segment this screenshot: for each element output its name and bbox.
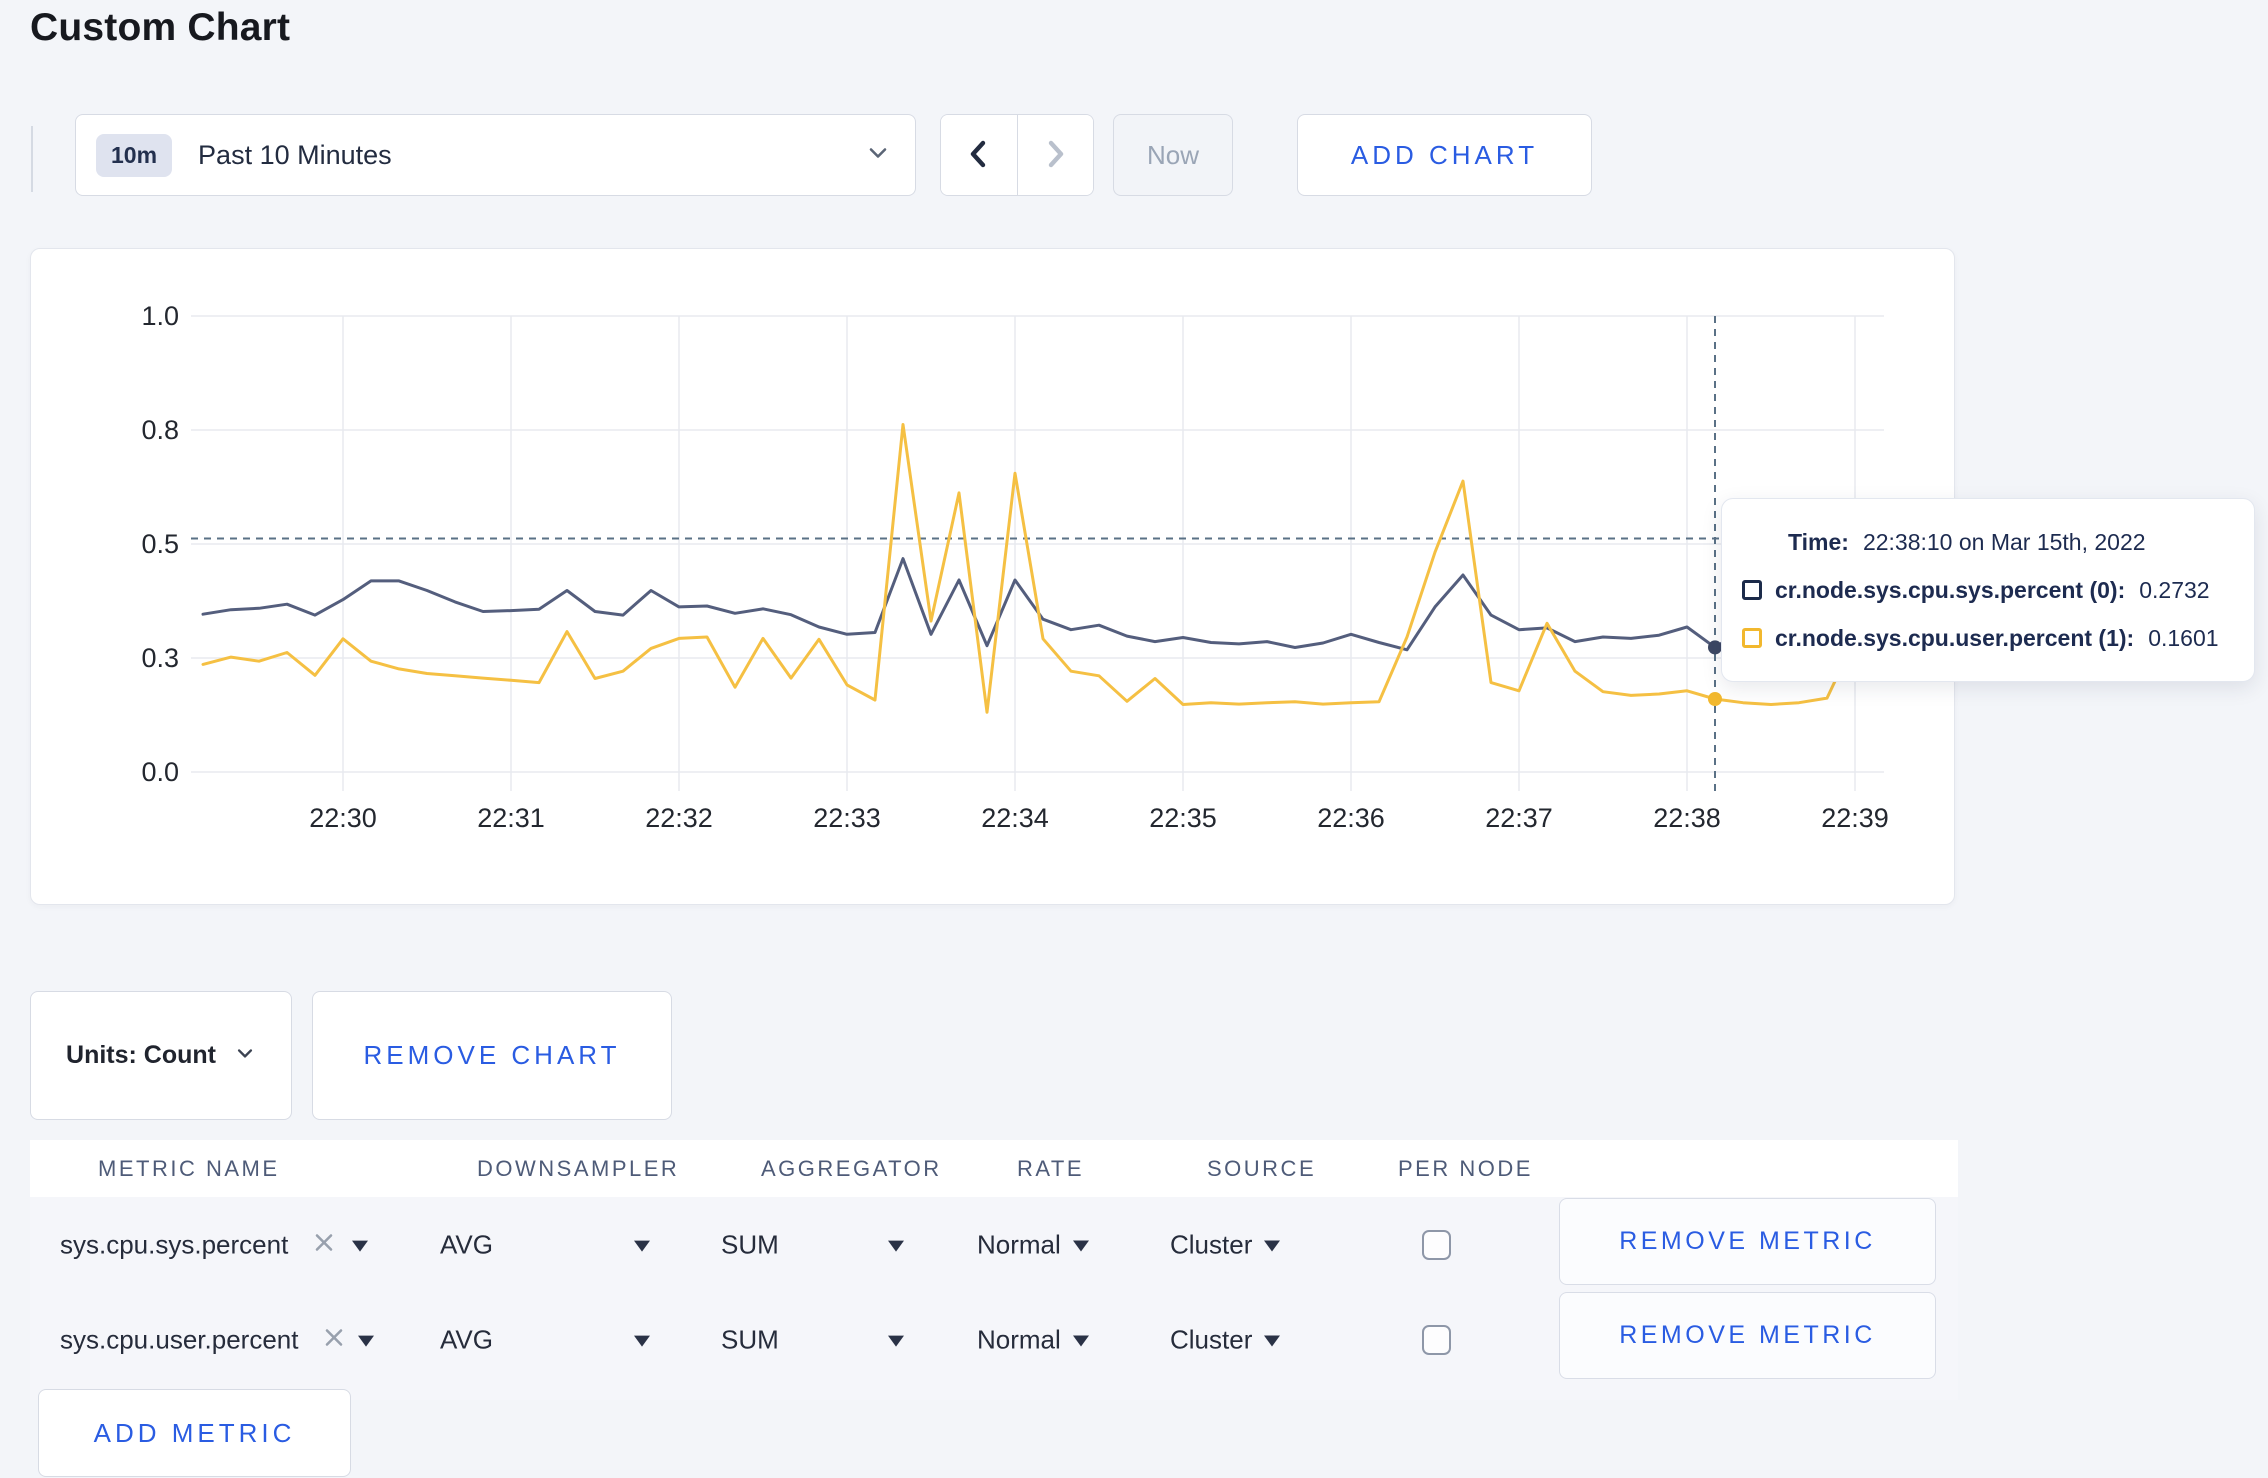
chevron-down-icon bbox=[865, 140, 891, 171]
chart-card: 1.0 0.8 0.5 0.3 0.0 22:30 22:31 22:32 22:33 22:34… bbox=[30, 248, 1955, 905]
time-window-label: Past 10 Minutes bbox=[198, 139, 392, 170]
triangle-down-icon[interactable] bbox=[352, 1240, 368, 1252]
aggregator-select[interactable]: SUM bbox=[721, 1324, 779, 1355]
metric-row: sys.cpu.sys.percent AVG SUM Normal Clust… bbox=[30, 1197, 1958, 1292]
y-axis-tick-label: 0.0 bbox=[141, 757, 179, 787]
rate-select[interactable]: Normal bbox=[977, 1324, 1089, 1355]
x-axis-tick-label: 22:38 bbox=[1653, 803, 1721, 833]
per-node-checkbox[interactable] bbox=[1422, 1229, 1451, 1260]
triangle-down-icon[interactable] bbox=[634, 1240, 650, 1252]
triangle-down-icon[interactable] bbox=[634, 1335, 650, 1347]
series-hover-dot-1 bbox=[1708, 691, 1722, 706]
source-select[interactable]: Cluster bbox=[1170, 1229, 1281, 1260]
add-metric-button[interactable]: ADD METRIC bbox=[38, 1389, 351, 1477]
col-header-source: SOURCE bbox=[1207, 1155, 1317, 1181]
tooltip-series-value: 0.2732 bbox=[2139, 576, 2210, 603]
y-axis-tick-label: 0.3 bbox=[141, 643, 179, 673]
x-axis-tick-label: 22:30 bbox=[309, 803, 377, 833]
triangle-down-icon[interactable] bbox=[888, 1240, 904, 1252]
tooltip-time-row: Time: 22:38:10 on Mar 15th, 2022 bbox=[1788, 529, 2254, 556]
x-axis-tick-label: 22:34 bbox=[981, 803, 1049, 833]
metric-row: sys.cpu.user.percent AVG SUM Normal Clus… bbox=[30, 1292, 1958, 1387]
remove-metric-button[interactable]: REMOVE METRIC bbox=[1559, 1198, 1936, 1285]
page-title: Custom Chart bbox=[30, 6, 291, 49]
metrics-table-body: sys.cpu.sys.percent AVG SUM Normal Clust… bbox=[30, 1197, 1958, 1400]
downsampler-select[interactable]: AVG bbox=[440, 1229, 493, 1260]
col-header-per-node: PER NODE bbox=[1398, 1155, 1533, 1181]
source-value: Cluster bbox=[1170, 1229, 1253, 1259]
x-axis-tick-label: 22:37 bbox=[1485, 803, 1553, 833]
chevron-down-icon bbox=[234, 1042, 256, 1069]
series-hover-dot-0 bbox=[1708, 640, 1722, 655]
triangle-down-icon[interactable] bbox=[888, 1335, 904, 1347]
rate-select[interactable]: Normal bbox=[977, 1229, 1089, 1260]
chevron-right-icon bbox=[1038, 137, 1072, 174]
metrics-table-header: METRIC NAME DOWNSAMPLER AGGREGATOR RATE … bbox=[30, 1140, 1958, 1197]
next-time-button[interactable] bbox=[1016, 115, 1093, 195]
y-axis-tick-label: 0.5 bbox=[141, 529, 179, 559]
tooltip-series-value: 0.1601 bbox=[2148, 624, 2219, 651]
series-swatch-icon bbox=[1742, 580, 1762, 600]
x-axis-tick-label: 22:39 bbox=[1821, 803, 1889, 833]
metric-name-select[interactable]: sys.cpu.user.percent bbox=[60, 1324, 298, 1355]
tooltip-time-value: 22:38:10 on Mar 15th, 2022 bbox=[1862, 528, 2146, 555]
tooltip-series-label: cr.node.sys.cpu.sys.percent (0): bbox=[1775, 576, 2126, 603]
x-axis-tick-label: 22:31 bbox=[477, 803, 545, 833]
source-value: Cluster bbox=[1170, 1324, 1253, 1354]
y-axis-tick-label: 0.8 bbox=[141, 415, 179, 445]
units-label: Units: Count bbox=[66, 1041, 216, 1069]
time-nav-group bbox=[940, 114, 1094, 196]
remove-metric-button[interactable]: REMOVE METRIC bbox=[1559, 1292, 1936, 1379]
rate-value: Normal bbox=[977, 1324, 1061, 1354]
x-axis-tick-label: 22:36 bbox=[1317, 803, 1385, 833]
triangle-down-icon[interactable] bbox=[358, 1335, 374, 1347]
per-node-checkbox[interactable] bbox=[1422, 1324, 1451, 1355]
time-window-selector[interactable]: 10m Past 10 Minutes bbox=[75, 114, 916, 196]
y-axis-tick-label: 1.0 bbox=[141, 301, 179, 331]
triangle-down-icon bbox=[1072, 1240, 1089, 1252]
series-line-1 bbox=[201, 423, 1885, 714]
source-select[interactable]: Cluster bbox=[1170, 1324, 1281, 1355]
now-button[interactable]: Now bbox=[1113, 114, 1233, 196]
tooltip-time-label: Time: bbox=[1788, 528, 1849, 555]
chart-hover-tooltip: Time: 22:38:10 on Mar 15th, 2022 cr.node… bbox=[1721, 498, 2255, 682]
tooltip-series-row: cr.node.sys.cpu.user.percent (1): 0.1601 bbox=[1742, 625, 2254, 652]
chevron-left-icon bbox=[962, 137, 996, 174]
col-header-aggregator: AGGREGATOR bbox=[761, 1155, 942, 1181]
x-axis-tick-label: 22:35 bbox=[1149, 803, 1217, 833]
add-chart-button[interactable]: ADD CHART bbox=[1297, 114, 1592, 196]
tooltip-series-label: cr.node.sys.cpu.user.percent (1): bbox=[1775, 624, 2135, 651]
toolbar-divider bbox=[31, 126, 33, 192]
triangle-down-icon bbox=[1264, 1240, 1281, 1252]
col-header-rate: RATE bbox=[1017, 1155, 1085, 1181]
metrics-chart[interactable]: 1.0 0.8 0.5 0.3 0.0 22:30 22:31 22:32 22:33 22:34… bbox=[31, 249, 1956, 906]
col-header-metric-name: METRIC NAME bbox=[98, 1155, 280, 1181]
tooltip-series-row: cr.node.sys.cpu.sys.percent (0): 0.2732 bbox=[1742, 577, 2254, 604]
col-header-downsampler: DOWNSAMPLER bbox=[477, 1155, 680, 1181]
units-selector[interactable]: Units: Count bbox=[30, 991, 292, 1120]
triangle-down-icon bbox=[1072, 1335, 1089, 1347]
series-swatch-icon bbox=[1742, 628, 1762, 648]
time-window-badge: 10m bbox=[96, 133, 173, 177]
triangle-down-icon bbox=[1264, 1335, 1281, 1347]
downsampler-select[interactable]: AVG bbox=[440, 1324, 493, 1355]
metric-name-select[interactable]: sys.cpu.sys.percent bbox=[60, 1229, 288, 1260]
x-axis-tick-label: 22:32 bbox=[645, 803, 713, 833]
close-icon[interactable] bbox=[322, 1325, 346, 1354]
prev-time-button[interactable] bbox=[941, 115, 1017, 195]
close-icon[interactable] bbox=[312, 1230, 336, 1259]
x-axis-tick-label: 22:33 bbox=[813, 803, 881, 833]
remove-chart-button[interactable]: REMOVE CHART bbox=[312, 991, 672, 1120]
custom-chart-page: Custom Chart 10m Past 10 Minutes Now ADD… bbox=[0, 0, 2268, 1478]
aggregator-select[interactable]: SUM bbox=[721, 1229, 779, 1260]
rate-value: Normal bbox=[977, 1229, 1061, 1259]
